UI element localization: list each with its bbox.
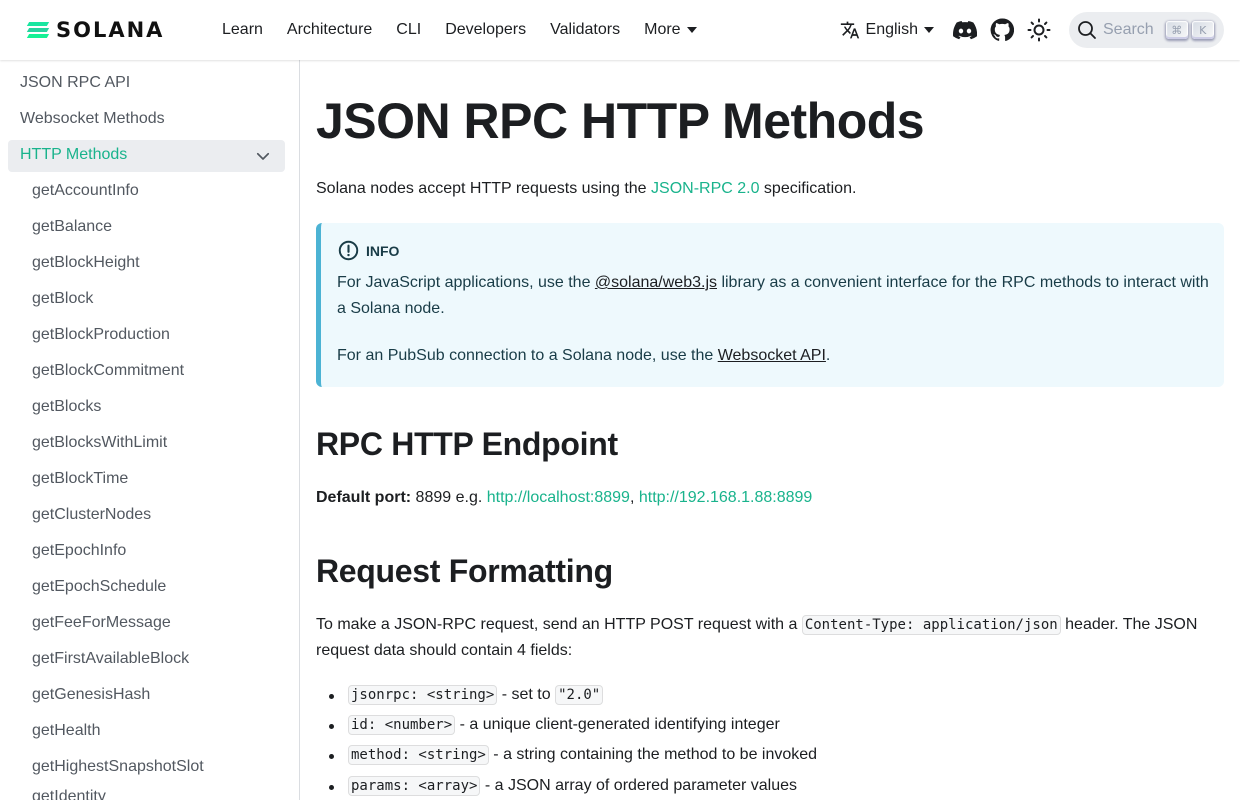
endpoint-separator: , (629, 489, 639, 506)
sidebar-item-http-methods[interactable]: HTTP Methods (20, 146, 127, 164)
sidebar-item-getblockswithlimit[interactable]: getBlocksWithLimit (32, 434, 167, 452)
info-icon (338, 240, 359, 261)
id-field-code: id: <number> (348, 715, 456, 735)
heading-request-formatting: Request Formatting (316, 553, 613, 589)
github-link[interactable] (989, 17, 1015, 43)
list-item-params: params: <array> - a JSON array of ordere… (328, 776, 798, 796)
id-field-text: - a unique client-generated identifying … (455, 716, 780, 733)
language-dropdown[interactable]: English (840, 20, 934, 40)
nav-link-validators[interactable]: Validators (550, 21, 620, 39)
list-item-jsonrpc: jsonrpc: <string> - set to "2.0" (328, 685, 604, 705)
brand-name: SOLANA (56, 18, 165, 42)
default-port-label: Default port: (316, 489, 412, 506)
params-field-code: params: <array> (348, 776, 481, 796)
sidebar-item-getblock[interactable]: getBlock (32, 290, 93, 308)
jsonrpc-version-code: "2.0" (555, 685, 604, 705)
sidebar-item-getgenesishash[interactable]: getGenesisHash (32, 686, 150, 704)
jsonrpc-field-text: - set to (497, 686, 556, 703)
discord-icon (953, 21, 977, 40)
jsonrpc-field-code: jsonrpc: <string> (348, 685, 498, 705)
sidebar-item-getfeeformessage[interactable]: getFeeForMessage (32, 614, 171, 632)
sidebar-item-websocket-methods[interactable]: Websocket Methods (20, 110, 165, 128)
info-p2-after: . (825, 347, 831, 364)
solana-logo-icon (26, 22, 50, 38)
info-paragraph-websocket: For an PubSub connection to a Solana nod… (337, 343, 1213, 369)
info-p2-before: For an PubSub connection to a Solana nod… (337, 347, 718, 364)
sidebar-item-getblockheight[interactable]: getBlockHeight (32, 254, 140, 272)
info-paragraph-web3: For JavaScript applications, use the @so… (337, 270, 1213, 322)
top-navbar: SOLANA Learn Architecture CLI Developers… (0, 0, 1240, 60)
chevron-down-icon[interactable] (254, 147, 272, 165)
kbd-cmd: ⌘ (1165, 21, 1188, 39)
request-formatting-paragraph: To make a JSON-RPC request, send an HTTP… (316, 612, 1224, 664)
info-p1-before: For JavaScript applications, use the (337, 274, 595, 291)
brand-logo[interactable]: SOLANA (26, 18, 165, 42)
admonition-label: INFO (366, 242, 400, 259)
caret-down-icon (686, 26, 697, 33)
theme-toggle-icon (1027, 18, 1051, 42)
search-placeholder: Search (1103, 21, 1154, 38)
sidebar-item-getepochinfo[interactable]: getEpochInfo (32, 542, 126, 560)
method-field-text: - a string containing the method to be i… (488, 746, 818, 763)
sidebar-item-getblockcommitment[interactable]: getBlockCommitment (32, 362, 184, 380)
search-icon (1078, 21, 1096, 39)
translate-icon (840, 21, 859, 39)
sidebar-item-getbalance[interactable]: getBalance (32, 218, 112, 236)
page-title: JSON RPC HTTP Methods (316, 93, 925, 149)
formatting-text-before: To make a JSON-RPC request, send an HTTP… (316, 616, 802, 633)
json-rpc-spec-link[interactable]: JSON-RPC 2.0 (651, 180, 759, 197)
sidebar-item-getepochschedule[interactable]: getEpochSchedule (32, 578, 166, 596)
websocket-api-link[interactable]: Websocket API (718, 347, 826, 364)
endpoint-paragraph: Default port: 8899 e.g. http://localhost… (316, 485, 1224, 511)
info-admonition: INFO For JavaScript applications, use th… (316, 223, 1224, 387)
heading-rpc-http-endpoint: RPC HTTP Endpoint (316, 426, 618, 462)
list-item-method: method: <string> - a string containing t… (328, 745, 818, 765)
sidebar-item-json-rpc-api[interactable]: JSON RPC API (20, 74, 130, 92)
search-button[interactable]: Search ⌘ K (1069, 12, 1224, 48)
localhost-link[interactable]: http://localhost:8899 (487, 489, 630, 506)
nav-link-learn[interactable]: Learn (222, 21, 263, 39)
sidebar-item-gethighestsnapshotslot[interactable]: getHighestSnapshotSlot (32, 758, 204, 776)
nav-link-cli[interactable]: CLI (396, 21, 421, 39)
lan-ip-link[interactable]: http://192.168.1.88:8899 (639, 489, 812, 506)
sidebar-item-getclusternodes[interactable]: getClusterNodes (32, 506, 151, 524)
intro-paragraph: Solana nodes accept HTTP requests using … (316, 176, 1224, 202)
sidebar-item-getfirstavailableblock[interactable]: getFirstAvailableBlock (32, 650, 189, 668)
admonition-heading: INFO (338, 240, 399, 261)
sidebar-item-getblockproduction[interactable]: getBlockProduction (32, 326, 170, 344)
nav-link-architecture[interactable]: Architecture (287, 21, 372, 39)
method-field-code: method: <string> (348, 745, 489, 765)
intro-text-before: Solana nodes accept HTTP requests using … (316, 180, 652, 197)
nav-dropdown-more[interactable]: More (644, 21, 697, 39)
nav-right: English Search ⌘ K (840, 0, 1224, 60)
github-icon (990, 18, 1014, 42)
discord-link[interactable] (952, 17, 978, 43)
web3js-link[interactable]: @solana/web3.js (595, 274, 717, 291)
sidebar-item-getblocks[interactable]: getBlocks (32, 398, 101, 416)
sidebar-item-getaccountinfo[interactable]: getAccountInfo (32, 182, 139, 200)
sidebar-item-getblocktime[interactable]: getBlockTime (32, 470, 128, 488)
caret-down-icon (924, 27, 934, 33)
intro-text-after: specification. (759, 180, 857, 197)
kbd-k: K (1191, 21, 1214, 39)
content-type-code: Content-Type: application/json (801, 615, 1061, 635)
endpoint-text: 8899 e.g. (411, 489, 487, 506)
nav-link-developers[interactable]: Developers (445, 21, 526, 39)
sidebar-item-getidentity[interactable]: getIdentity (32, 788, 106, 800)
nav-links: Learn Architecture CLI Developers Valida… (222, 0, 721, 60)
docs-sidebar: JSON RPC API Websocket Methods HTTP Meth… (0, 60, 300, 800)
nav-more-label: More (644, 21, 681, 38)
params-field-text: - a JSON array of ordered parameter valu… (480, 777, 798, 794)
list-item-id: id: <number> - a unique client-generated… (329, 715, 780, 735)
language-label: English (865, 21, 918, 38)
sidebar-item-gethealth[interactable]: getHealth (32, 722, 101, 740)
theme-toggle[interactable] (1026, 17, 1052, 43)
